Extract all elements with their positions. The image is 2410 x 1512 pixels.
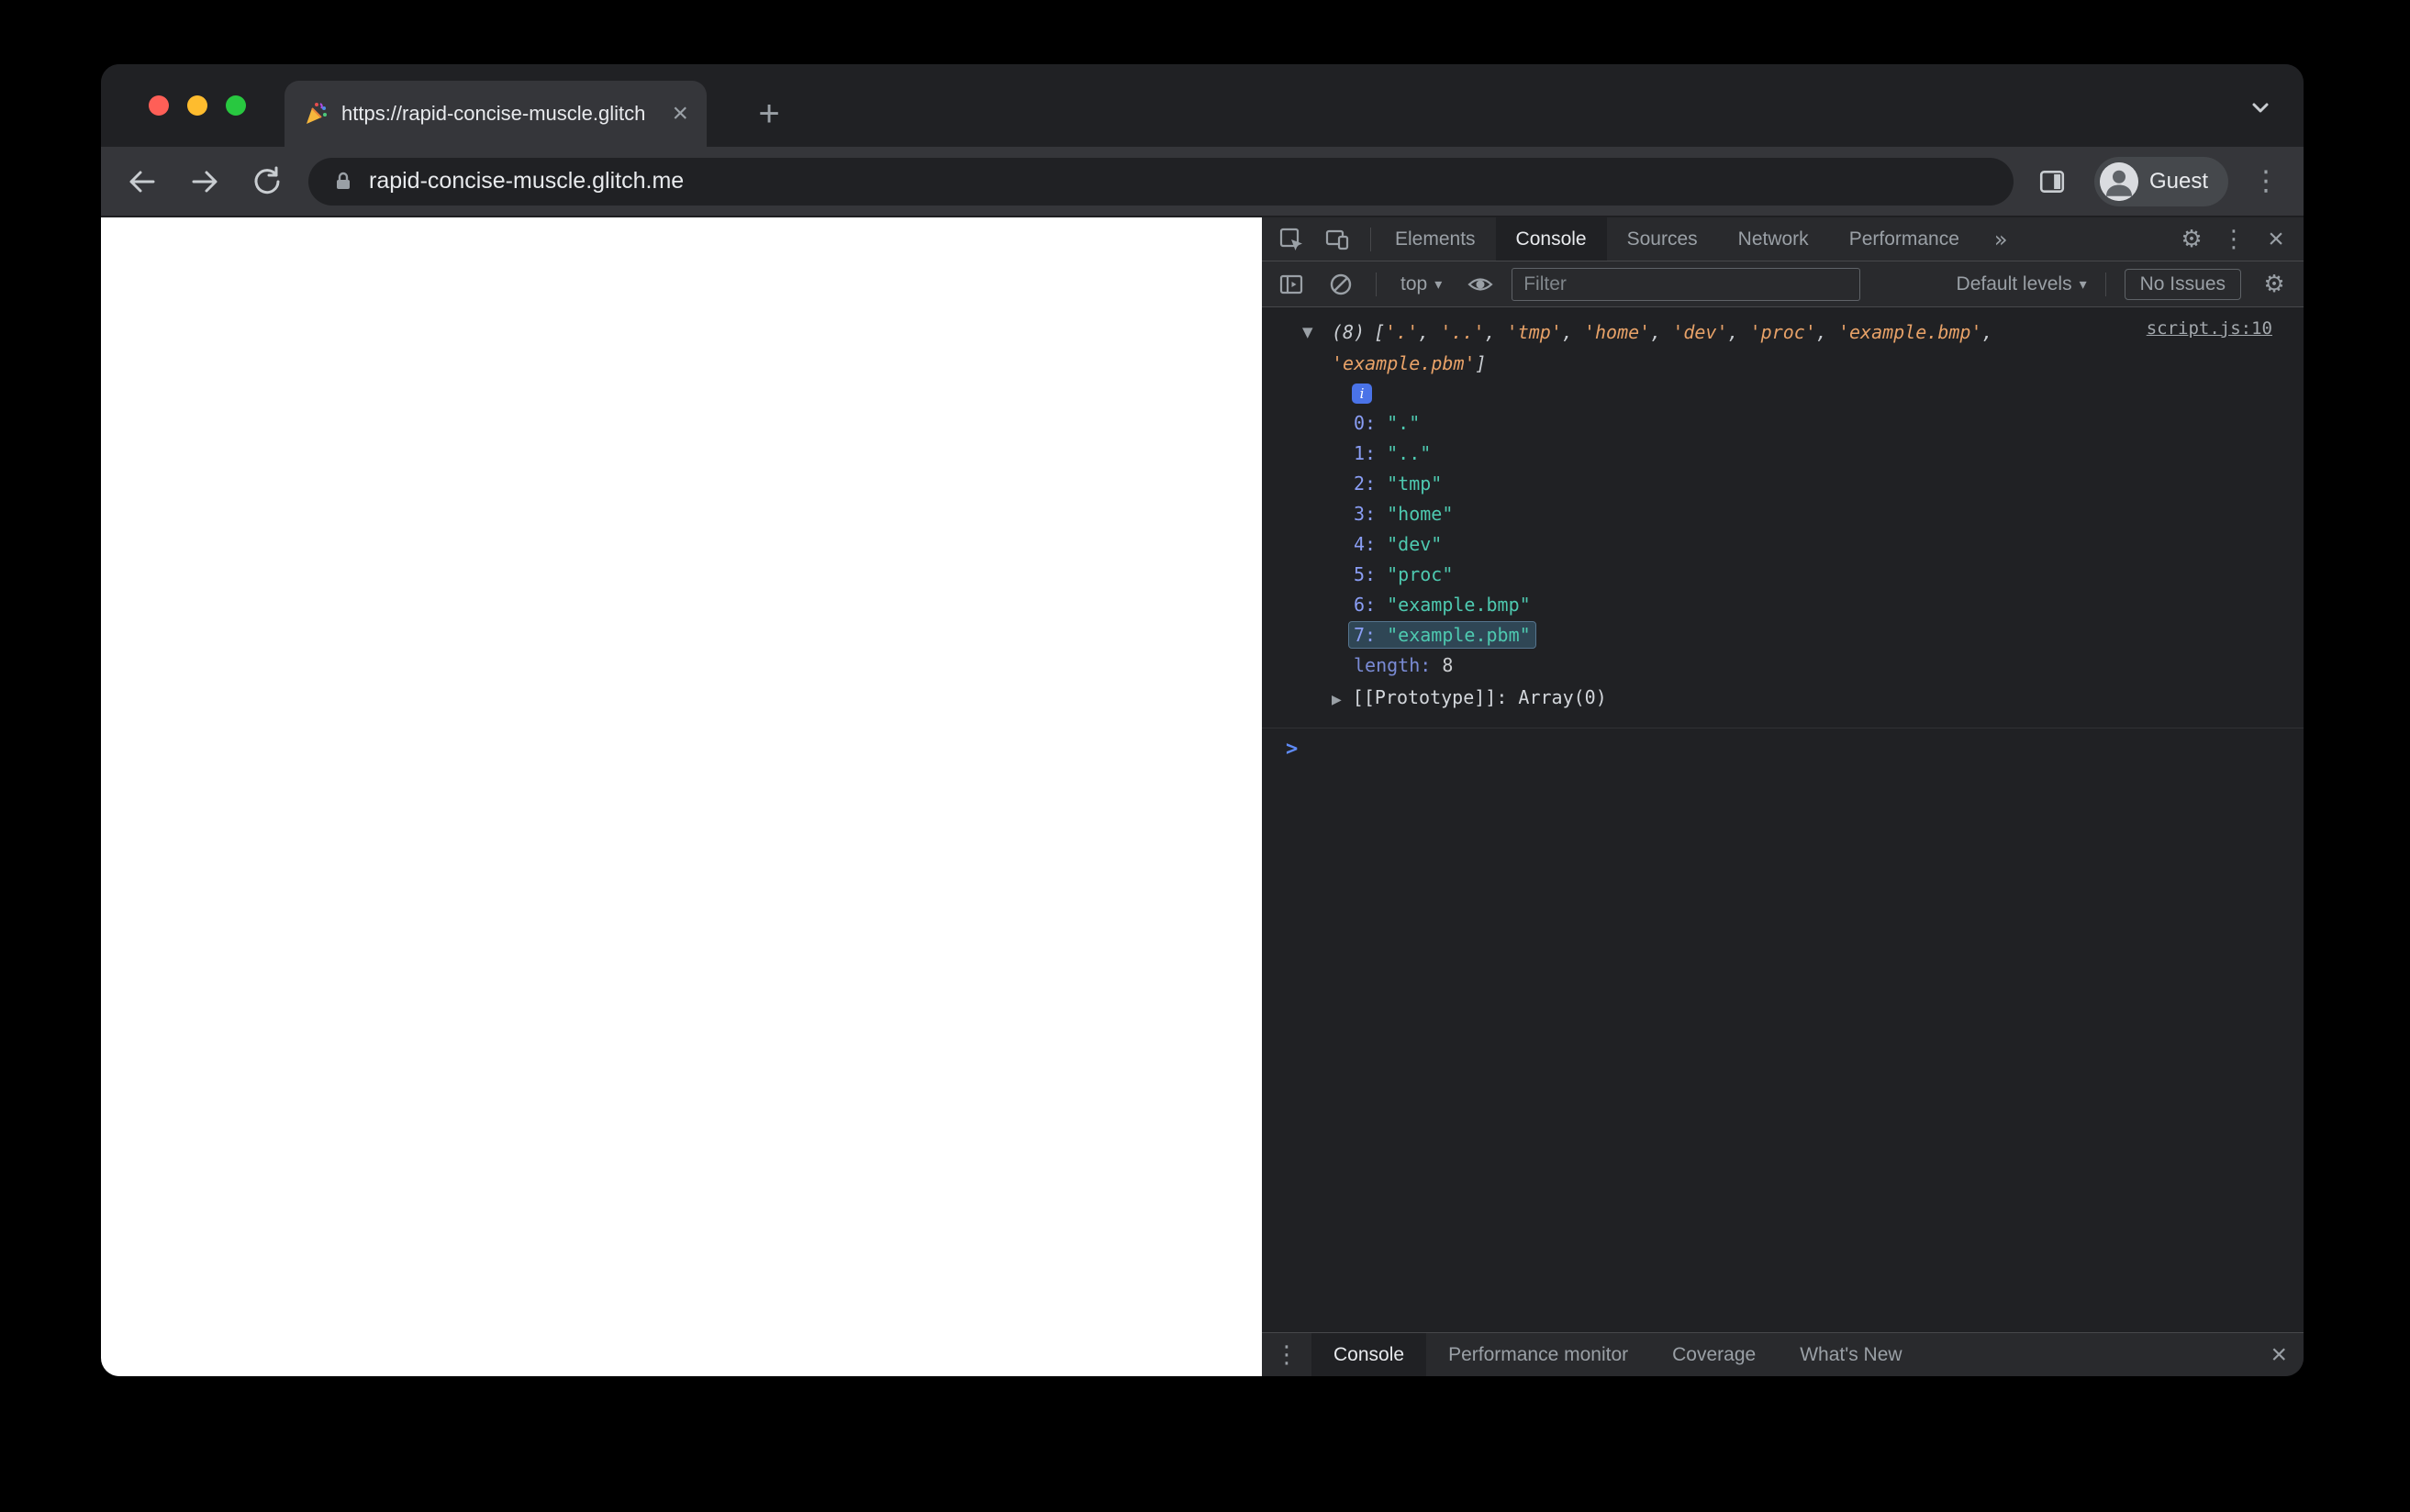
reload-button-icon[interactable]	[250, 164, 285, 199]
browser-window: https://rapid-concise-muscle.glitch.me ×…	[101, 64, 2304, 1376]
info-icon: i	[1352, 384, 1372, 404]
console-settings-gear-icon[interactable]: ⚙	[2256, 266, 2293, 303]
tab-title: https://rapid-concise-muscle.glitch.me	[341, 102, 644, 125]
devtools-menu-kebab-icon[interactable]: ⋮	[2215, 221, 2252, 258]
browser-menu-kebab-icon[interactable]: ⋮	[2252, 165, 2280, 197]
profile-button[interactable]: Guest	[2093, 156, 2228, 206]
array-entry-row: 4: "dev"	[1354, 533, 1443, 555]
filter-input[interactable]	[1512, 267, 1861, 301]
party-popper-favicon-icon	[303, 101, 329, 127]
device-toolbar-icon[interactable]	[1319, 221, 1356, 258]
devtools-panel: Elements Console Sources Network Perform…	[1262, 217, 2304, 1376]
disclosure-open-icon[interactable]: ▼	[1302, 317, 1313, 348]
array-preview-line[interactable]: ▼ (8) ['.', '..', 'tmp', 'home', 'dev', 'p…	[1262, 317, 2304, 379]
new-tab-button[interactable]: +	[743, 88, 795, 139]
tab-close-icon[interactable]: ×	[672, 100, 688, 128]
avatar-icon	[2099, 161, 2138, 201]
page-content	[101, 217, 1262, 1376]
zoom-window-button[interactable]	[226, 95, 246, 116]
drawer-tab-coverage[interactable]: Coverage	[1650, 1333, 1778, 1376]
devtools-settings-gear-icon[interactable]: ⚙	[2173, 221, 2210, 258]
drawer-close-icon[interactable]: ×	[2271, 1340, 2287, 1371]
divider	[2104, 272, 2106, 296]
array-entry-row: 5: "proc"	[1354, 563, 1454, 585]
log-levels-selector[interactable]: Default levels ▾	[1957, 273, 2087, 295]
live-expression-eye-icon[interactable]	[1462, 266, 1499, 303]
array-entry-row-highlighted[interactable]: 7: "example.pbm"	[1262, 620, 2304, 650]
close-window-button[interactable]	[149, 95, 169, 116]
array-entry-row: 1: ".."	[1354, 442, 1432, 464]
disclosure-closed-icon[interactable]: ▶	[1332, 693, 1342, 707]
address-bar[interactable]: rapid-concise-muscle.glitch.me	[308, 157, 2014, 206]
url-text: rapid-concise-muscle.glitch.me	[369, 168, 685, 194]
array-entry-row: 3: "home"	[1354, 503, 1454, 525]
divider	[1370, 227, 1371, 251]
chevron-down-icon: ▾	[1434, 275, 1443, 293]
console-log-entry: script.js:10 ▼ (8) ['.', '..', 'tmp', 'hom…	[1262, 307, 2304, 728]
prototype-row[interactable]: ▶ [[Prototype]]: Array(0)	[1262, 681, 2304, 717]
forward-button-icon[interactable]	[187, 164, 222, 199]
context-selector[interactable]: top ▾	[1393, 273, 1449, 295]
array-length-row: length: 8	[1354, 654, 1454, 676]
browser-toolbar: rapid-concise-muscle.glitch.me Guest ⋮	[101, 147, 2304, 217]
array-entry-row: 6: "example.bmp"	[1354, 594, 1531, 616]
lock-icon	[332, 171, 354, 193]
value-info-line: i	[1262, 379, 2304, 408]
drawer-tab-console[interactable]: Console	[1311, 1333, 1427, 1376]
array-entry-row: 0: "."	[1354, 412, 1421, 434]
console-sidebar-icon[interactable]	[1273, 266, 1310, 303]
minimize-window-button[interactable]	[187, 95, 207, 116]
more-tabs-chevron-icon[interactable]: »	[1980, 217, 2023, 261]
console-output: script.js:10 ▼ (8) ['.', '..', 'tmp', 'hom…	[1262, 307, 2304, 1332]
drawer-menu-kebab-icon[interactable]: ⋮	[1262, 1333, 1311, 1376]
side-panel-icon[interactable]	[2034, 163, 2070, 200]
tab-sources[interactable]: Sources	[1607, 217, 1718, 261]
console-prompt[interactable]: >	[1262, 728, 2304, 769]
array-entry-row: 2: "tmp"	[1354, 472, 1443, 495]
back-button-icon[interactable]	[125, 164, 160, 199]
tab-elements[interactable]: Elements	[1375, 217, 1496, 261]
devtools-drawer-bar: ⋮ Console Performance monitor Coverage W…	[1262, 1332, 2304, 1376]
drawer-tab-whats-new[interactable]: What's New	[1778, 1333, 1924, 1376]
clear-console-icon[interactable]	[1322, 266, 1359, 303]
tab-strip: https://rapid-concise-muscle.glitch.me ×…	[101, 64, 2304, 147]
tab-list-chevron-icon[interactable]	[2245, 92, 2276, 123]
issues-counter[interactable]: No Issues	[2124, 268, 2241, 300]
traffic-lights	[149, 95, 246, 116]
tab-network[interactable]: Network	[1718, 217, 1829, 261]
browser-tab[interactable]: https://rapid-concise-muscle.glitch.me ×	[285, 81, 707, 147]
tab-performance[interactable]: Performance	[1829, 217, 1980, 261]
devtools-close-icon[interactable]: ×	[2258, 221, 2294, 258]
chevron-down-icon: ▾	[2079, 275, 2087, 293]
prompt-chevron-icon: >	[1286, 737, 1299, 761]
drawer-tab-performance-monitor[interactable]: Performance monitor	[1426, 1333, 1650, 1376]
console-toolbar: top ▾ Default levels ▾ No Issu	[1262, 261, 2304, 307]
tab-console[interactable]: Console	[1495, 217, 1607, 261]
devtools-tab-bar: Elements Console Sources Network Perform…	[1262, 217, 2304, 261]
divider	[1376, 272, 1377, 296]
inspect-element-icon[interactable]	[1273, 221, 1310, 258]
profile-label: Guest	[2148, 168, 2208, 194]
